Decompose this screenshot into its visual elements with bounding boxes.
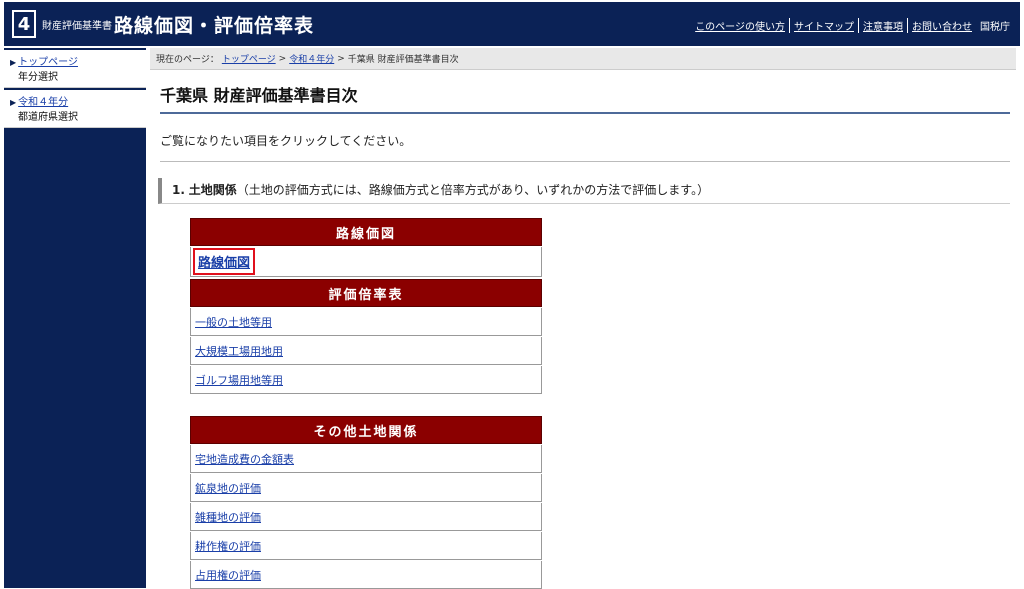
site-title: 路線価図・評価倍率表 — [114, 14, 315, 37]
section-number: 1. — [172, 183, 185, 197]
triangle-right-icon: ▶ — [10, 98, 17, 107]
list-item: 耕作権の評価 — [190, 532, 542, 560]
sitemap-link[interactable]: サイトマップ — [790, 18, 859, 33]
sidebar-item-year: ▶ 令和４年分 都道府県選択 — [4, 90, 146, 128]
section-note: （土地の評価方式には、路線価方式と倍率方式があり、いずれかの方法で評価します。） — [236, 183, 710, 197]
list-item: ゴルフ場用地等用 — [190, 366, 542, 394]
breadcrumb-year-link[interactable]: 令和４年分 — [289, 52, 334, 65]
list-item: 鉱泉地の評価 — [190, 474, 542, 502]
list-item: 占用権の評価 — [190, 561, 542, 589]
site-header: 4 財産評価基準書 路線価図・評価倍率表 このページの使い方 サイトマップ 注意… — [4, 2, 1020, 46]
rosenka-block: 路線価図 路線価図 — [190, 218, 542, 277]
sidebar-item-top: ▶ トップページ 年分選択 — [4, 50, 146, 88]
section-title: 土地関係 — [188, 183, 237, 197]
contact-link[interactable]: お問い合わせ — [908, 18, 976, 33]
list-item: 宅地造成費の金額表 — [190, 445, 542, 473]
sidebar-sub-label: 年分選択 — [18, 72, 58, 83]
site-subtitle: 財産評価基準書 — [42, 20, 112, 32]
other-block: その他土地関係 宅地造成費の金額表 鉱泉地の評価 雑種地の評価 耕作権の評価 占… — [190, 416, 542, 589]
header-nav: このページの使い方 サイトマップ 注意事項 お問い合わせ 国税庁 — [691, 18, 1010, 33]
other-heading: その他土地関係 — [190, 416, 542, 444]
breadcrumb-prefix: 現在のページ： — [156, 55, 219, 65]
notes-link[interactable]: 注意事項 — [859, 18, 908, 33]
sidebar-sub-label: 都道府県選択 — [18, 112, 78, 123]
main-content: 現在のページ： トップページ > 令和４年分 > 千葉県 財産評価基準書目次 千… — [150, 48, 1016, 589]
breadcrumb-separator: > — [337, 53, 345, 64]
land-development-link[interactable]: 宅地造成費の金額表 — [195, 451, 294, 467]
breadcrumb-current: 千葉県 財産評価基準書目次 — [347, 55, 459, 65]
section-heading: 1. 土地関係（土地の評価方式には、路線価方式と倍率方式があり、いずれかの方法で… — [158, 178, 1010, 204]
list-item: 大規模工場用地用 — [190, 337, 542, 365]
breadcrumb: 現在のページ： トップページ > 令和４年分 > 千葉県 財産評価基準書目次 — [150, 48, 1016, 70]
list-item: 路線価図 — [190, 247, 542, 277]
sidebar: ▶ トップページ 年分選択 ▶ 令和４年分 都道府県選択 — [4, 48, 146, 588]
misc-land-link[interactable]: 雑種地の評価 — [195, 509, 261, 525]
list-item: 雑種地の評価 — [190, 503, 542, 531]
triangle-right-icon: ▶ — [10, 58, 17, 67]
general-land-link[interactable]: 一般の土地等用 — [195, 314, 272, 330]
bairitsu-heading: 評価倍率表 — [190, 279, 542, 307]
page-title: 千葉県 財産評価基準書目次 — [160, 82, 1010, 114]
rosenka-heading: 路線価図 — [190, 218, 542, 246]
occupancy-right-link[interactable]: 占用権の評価 — [195, 567, 261, 583]
sidebar-link-top[interactable]: トップページ — [18, 57, 78, 68]
sidebar-link-year[interactable]: 令和４年分 — [18, 97, 68, 108]
usage-link[interactable]: このページの使い方 — [691, 18, 790, 33]
bairitsu-block: 評価倍率表 一般の土地等用 大規模工場用地用 ゴルフ場用地等用 — [190, 279, 542, 394]
intro-text: ご覧になりたい項目をクリックしてください。 — [160, 132, 1010, 162]
list-item: 一般の土地等用 — [190, 308, 542, 336]
breadcrumb-separator: > — [278, 53, 287, 64]
mineral-spring-link[interactable]: 鉱泉地の評価 — [195, 480, 261, 496]
tenancy-right-link[interactable]: 耕作権の評価 — [195, 538, 261, 554]
golf-course-link[interactable]: ゴルフ場用地等用 — [195, 372, 283, 388]
rosenka-link[interactable]: 路線価図 — [193, 248, 256, 275]
large-factory-link[interactable]: 大規模工場用地用 — [195, 343, 283, 359]
breadcrumb-top-link[interactable]: トップページ — [222, 52, 276, 65]
volume-badge: 4 — [12, 10, 36, 38]
agency-name: 国税庁 — [980, 22, 1010, 33]
